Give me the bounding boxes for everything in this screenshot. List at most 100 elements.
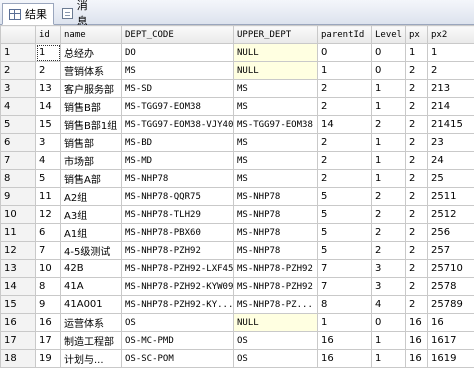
dept-code-cell[interactable]: MS-NHP78-PZH92-LXF45 <box>121 259 234 278</box>
dept-code-cell[interactable]: MS-NHP78-QQR75 <box>121 187 234 206</box>
px2-cell[interactable]: 23 <box>427 133 474 152</box>
level-cell[interactable]: 0 <box>371 61 406 80</box>
dept-code-cell[interactable]: MS-NHP78-TLH29 <box>121 205 234 224</box>
table-row[interactable]: 14 8 41A MS-NHP78-PZH92-KYW09 MS-NHP78-PZH92… <box>0 277 474 296</box>
parent-id-cell[interactable]: 7 <box>317 259 372 278</box>
parent-id-cell[interactable]: 0 <box>317 43 372 62</box>
parent-id-cell[interactable]: 2 <box>317 79 372 98</box>
upper-dept-cell[interactable]: MS <box>233 169 318 188</box>
column-header-id[interactable]: id <box>35 25 61 44</box>
id-cell[interactable]: 4 <box>35 151 61 170</box>
level-cell[interactable]: 2 <box>371 241 406 260</box>
level-cell[interactable]: 2 <box>371 187 406 206</box>
id-cell[interactable]: 10 <box>35 259 61 278</box>
parent-id-cell[interactable]: 2 <box>317 151 372 170</box>
id-cell[interactable]: 9 <box>35 295 61 314</box>
level-cell[interactable]: 2 <box>371 115 406 134</box>
px-cell[interactable]: 2 <box>405 169 428 188</box>
name-cell[interactable]: 客户服务部 <box>60 79 122 98</box>
parent-id-cell[interactable]: 7 <box>317 277 372 296</box>
row-number-cell[interactable]: 15 <box>0 295 36 314</box>
name-cell[interactable]: 销售B部 <box>60 97 122 116</box>
row-number-cell[interactable]: 6 <box>0 133 36 152</box>
level-cell[interactable]: 3 <box>371 277 406 296</box>
table-row[interactable]: 1 1 总经办 DO NULL 0 0 1 1 <box>0 43 474 62</box>
row-number-cell[interactable]: 14 <box>0 277 36 296</box>
upper-dept-cell[interactable]: MS-NHP78-PZ... <box>233 295 318 314</box>
level-cell[interactable]: 0 <box>371 43 406 62</box>
upper-dept-cell[interactable]: OS <box>233 331 318 350</box>
row-number-cell[interactable]: 8 <box>0 169 36 188</box>
dept-code-cell[interactable]: OS <box>121 313 234 332</box>
parent-id-cell[interactable]: 1 <box>317 61 372 80</box>
row-number-cell[interactable]: 4 <box>0 97 36 116</box>
id-cell[interactable]: 2 <box>35 61 61 80</box>
table-row[interactable]: 2 2 营销体系 MS NULL 1 0 2 2 <box>0 61 474 80</box>
table-row[interactable]: 8 5 销售A部 MS-NHP78 MS 2 1 2 25 <box>0 169 474 188</box>
name-cell[interactable]: 销售A部 <box>60 169 122 188</box>
name-cell[interactable]: 计划与... <box>60 349 122 368</box>
upper-dept-cell[interactable]: MS-NHP78 <box>233 187 318 206</box>
column-header-upper-dept[interactable]: UPPER_DEPT <box>233 25 318 44</box>
dept-code-cell[interactable]: MS-NHP78-PBX60 <box>121 223 234 242</box>
px2-cell[interactable]: 2 <box>427 61 474 80</box>
row-number-cell[interactable]: 9 <box>0 187 36 206</box>
level-cell[interactable]: 1 <box>371 133 406 152</box>
name-cell[interactable]: 42B <box>60 259 122 278</box>
px2-cell[interactable]: 2512 <box>427 205 474 224</box>
row-number-cell[interactable]: 11 <box>0 223 36 242</box>
px-cell[interactable]: 16 <box>405 313 428 332</box>
level-cell[interactable]: 3 <box>371 259 406 278</box>
dept-code-cell[interactable]: MS-NHP78-PZH92-KY... <box>121 295 234 314</box>
row-number-cell[interactable]: 12 <box>0 241 36 260</box>
px2-cell[interactable]: 25789 <box>427 295 474 314</box>
name-cell[interactable]: A1组 <box>60 223 122 242</box>
px-cell[interactable]: 2 <box>405 115 428 134</box>
parent-id-cell[interactable]: 14 <box>317 115 372 134</box>
name-cell[interactable]: 运营体系 <box>60 313 122 332</box>
level-cell[interactable]: 1 <box>371 331 406 350</box>
dept-code-cell[interactable]: MS-MD <box>121 151 234 170</box>
row-number-header[interactable] <box>0 25 36 44</box>
id-cell[interactable]: 13 <box>35 79 61 98</box>
name-cell[interactable]: A3组 <box>60 205 122 224</box>
px2-cell[interactable]: 1617 <box>427 331 474 350</box>
dept-code-cell[interactable]: MS-BD <box>121 133 234 152</box>
id-cell[interactable]: 1 <box>35 43 61 62</box>
id-cell[interactable]: 12 <box>35 205 61 224</box>
id-cell[interactable]: 16 <box>35 313 61 332</box>
dept-code-cell[interactable]: OS-MC-PMD <box>121 331 234 350</box>
parent-id-cell[interactable]: 16 <box>317 349 372 368</box>
px-cell[interactable]: 2 <box>405 223 428 242</box>
upper-dept-cell[interactable]: MS-NHP78-PZH92 <box>233 259 318 278</box>
px-cell[interactable]: 16 <box>405 331 428 350</box>
id-cell[interactable]: 3 <box>35 133 61 152</box>
px2-cell[interactable]: 2511 <box>427 187 474 206</box>
px2-cell[interactable]: 25 <box>427 169 474 188</box>
px-cell[interactable]: 2 <box>405 97 428 116</box>
level-cell[interactable]: 1 <box>371 349 406 368</box>
results-grid[interactable]: id name DEPT_CODE UPPER_DEPT parentId Level px… <box>0 25 474 368</box>
tab-results[interactable]: 结果 <box>2 3 54 25</box>
px-cell[interactable]: 2 <box>405 133 428 152</box>
dept-code-cell[interactable]: MS-NHP78-PZH92 <box>121 241 234 260</box>
level-cell[interactable]: 0 <box>371 313 406 332</box>
id-cell[interactable]: 6 <box>35 223 61 242</box>
px-cell[interactable]: 2 <box>405 151 428 170</box>
id-cell[interactable]: 15 <box>35 115 61 134</box>
table-row[interactable]: 6 3 销售部 MS-BD MS 2 1 2 23 <box>0 133 474 152</box>
column-header-px2[interactable]: px2 <box>427 25 474 44</box>
level-cell[interactable]: 2 <box>371 205 406 224</box>
upper-dept-cell[interactable]: MS-NHP78 <box>233 223 318 242</box>
row-number-cell[interactable]: 5 <box>0 115 36 134</box>
px-cell[interactable]: 2 <box>405 187 428 206</box>
row-number-cell[interactable]: 1 <box>0 43 36 62</box>
px-cell[interactable]: 2 <box>405 259 428 278</box>
px-cell[interactable]: 2 <box>405 277 428 296</box>
px-cell[interactable]: 2 <box>405 61 428 80</box>
upper-dept-cell[interactable]: MS-NHP78 <box>233 241 318 260</box>
column-header-parentid[interactable]: parentId <box>317 25 372 44</box>
upper-dept-cell[interactable]: NULL <box>233 43 318 62</box>
upper-dept-cell[interactable]: MS-NHP78-PZH92 <box>233 277 318 296</box>
parent-id-cell[interactable]: 2 <box>317 97 372 116</box>
